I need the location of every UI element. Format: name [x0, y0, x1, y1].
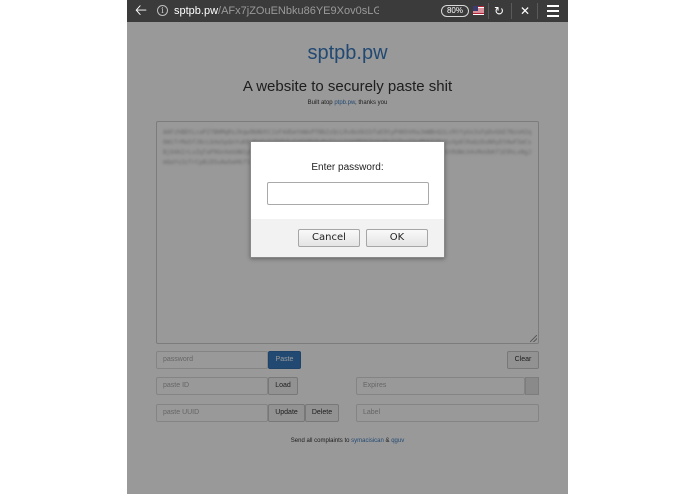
dialog-body: Enter password: — [251, 142, 444, 219]
menu-icon[interactable] — [547, 5, 559, 17]
browser-toolbar: 🡠 i sptpb.pw/AFx7jZOuENbku86YE9Xov0sLGmP… — [127, 0, 568, 22]
dialog-footer: Cancel OK — [251, 219, 444, 257]
modal-overlay — [127, 22, 568, 494]
ok-button[interactable]: OK — [366, 229, 428, 247]
back-arrow-icon[interactable]: 🡠 — [134, 3, 148, 19]
info-icon[interactable]: i — [157, 5, 168, 16]
toolbar-divider — [511, 3, 512, 19]
dialog-title: Enter password: — [311, 162, 384, 173]
url-path: /AFx7jZOuENbku86YE9Xov0sLGmP- — [218, 5, 379, 17]
url-bar[interactable]: sptpb.pw/AFx7jZOuENbku86YE9Xov0sLGmP- — [174, 3, 379, 19]
cancel-button[interactable]: Cancel — [298, 229, 360, 247]
reload-icon[interactable]: ↻ — [493, 3, 505, 19]
us-flag-icon[interactable] — [473, 6, 484, 15]
password-dialog: Enter password: Cancel OK — [250, 141, 445, 258]
zoom-badge[interactable]: 80% — [441, 5, 469, 17]
toolbar-divider — [537, 3, 538, 19]
close-icon[interactable]: ✕ — [519, 3, 531, 19]
url-host: sptpb.pw — [174, 5, 219, 17]
toolbar-divider — [488, 3, 489, 19]
dialog-password-input[interactable] — [267, 182, 429, 205]
